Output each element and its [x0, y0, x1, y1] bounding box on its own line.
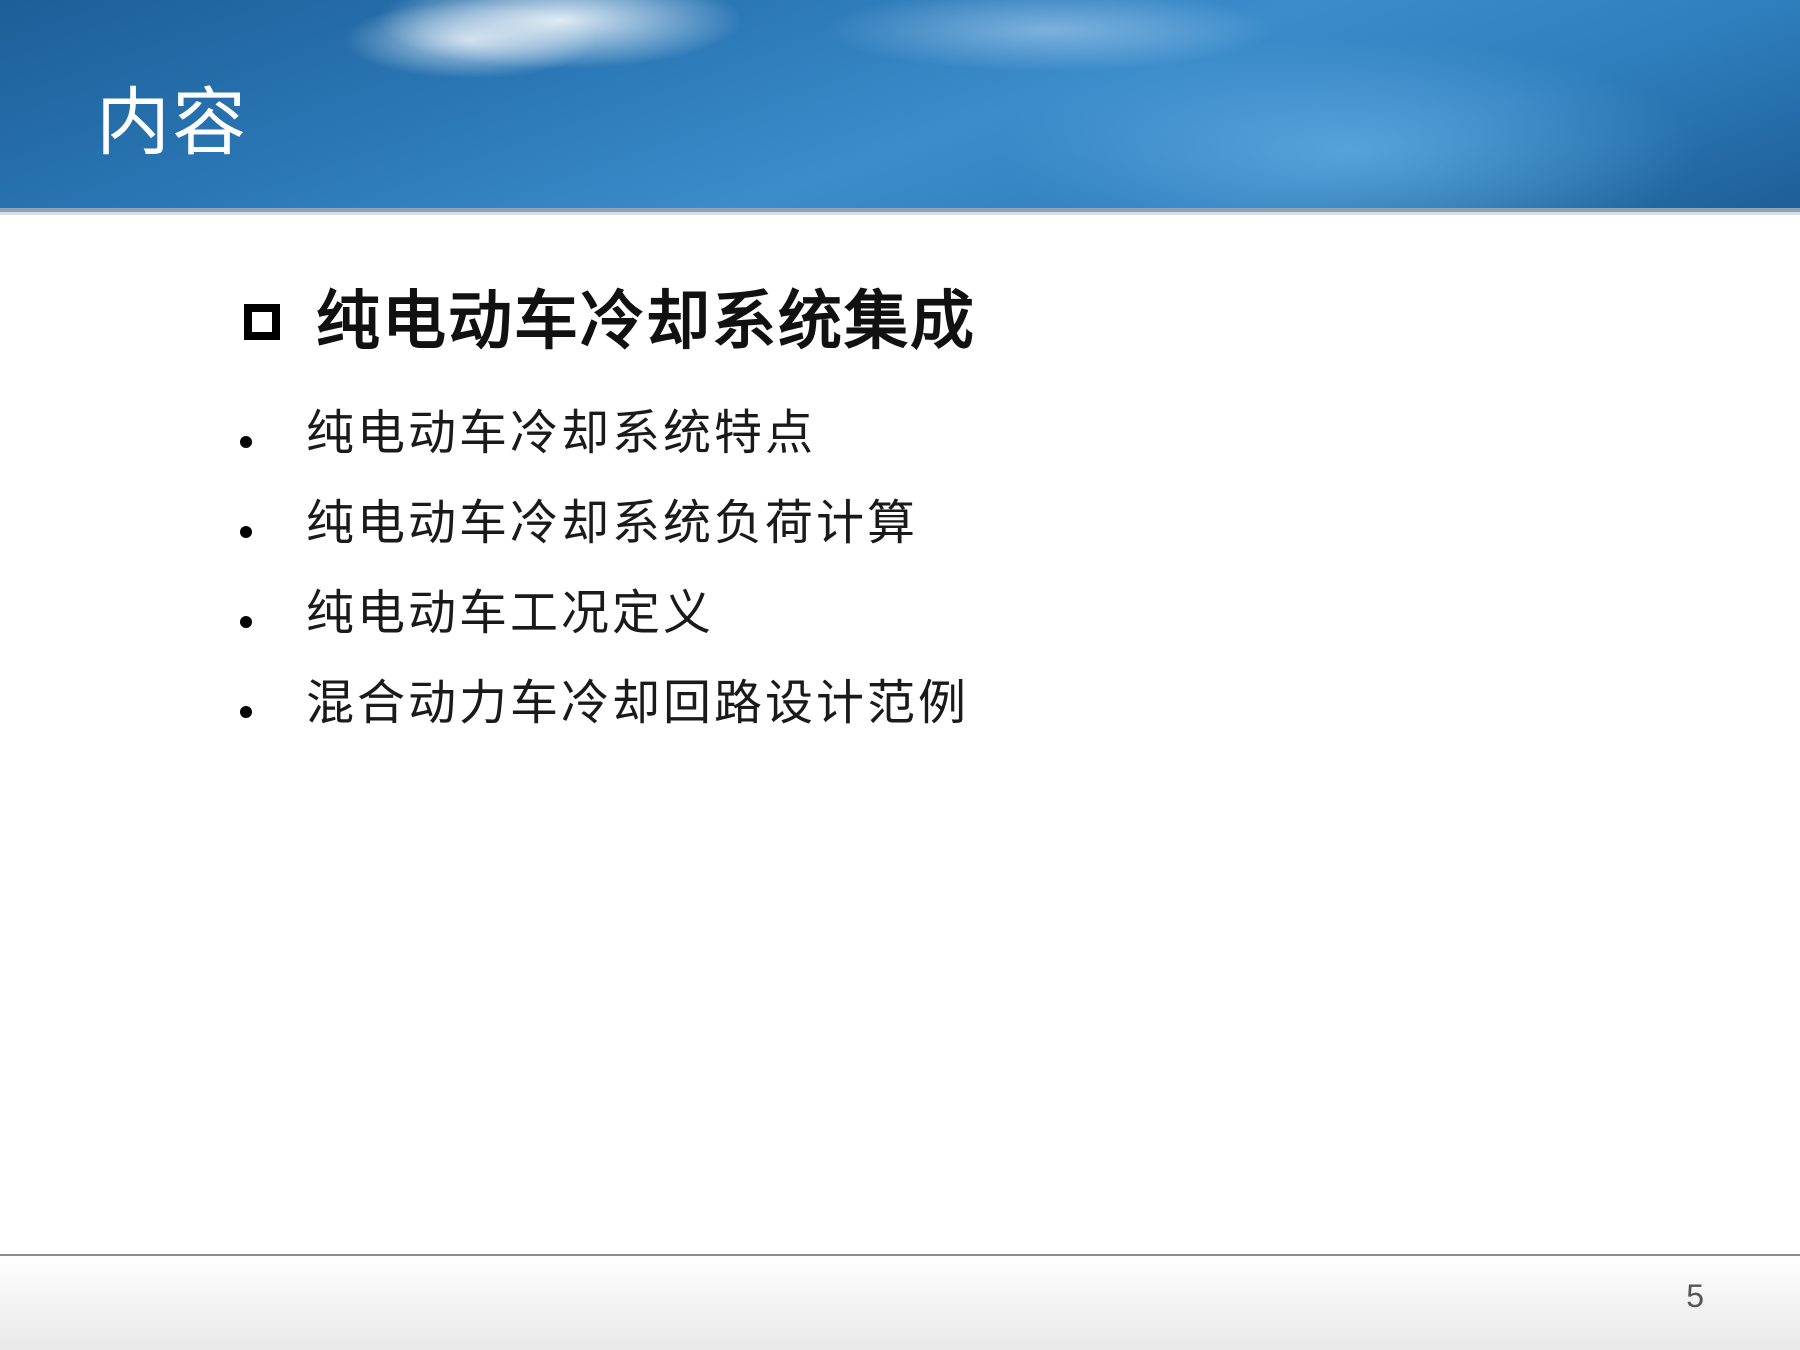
section-title: 纯电动车冷却系统集成 [316, 285, 976, 359]
slide-title: 内容 [96, 80, 248, 166]
slide: 内容 纯电动车冷却系统集成 纯电动车冷却系统特点 纯电动车冷却系统负荷计算 纯电… [0, 0, 1800, 1350]
list-item-label: 混合动力车冷却回路设计范例 [306, 675, 970, 731]
list-item: 纯电动车工况定义 [240, 568, 969, 658]
list-item-label: 纯电动车工况定义 [306, 585, 715, 641]
bullet-icon [240, 616, 252, 628]
list-item: 混合动力车冷却回路设计范例 [240, 658, 969, 748]
list-item: 纯电动车冷却系统特点 [240, 388, 969, 478]
header-divider-light [0, 212, 1800, 215]
list-item-label: 纯电动车冷却系统负荷计算 [306, 495, 919, 551]
checkbox-icon [244, 304, 280, 340]
list-item-label: 纯电动车冷却系统特点 [306, 405, 817, 461]
bullet-icon [240, 706, 252, 718]
list-item: 纯电动车冷却系统负荷计算 [240, 478, 969, 568]
bullet-list: 纯电动车冷却系统特点 纯电动车冷却系统负荷计算 纯电动车工况定义 混合动力车冷却… [240, 388, 969, 748]
bullet-icon [240, 526, 252, 538]
footer-bar [0, 1256, 1800, 1350]
bullet-icon [240, 436, 252, 448]
section-heading: 纯电动车冷却系统集成 [244, 282, 976, 362]
page-number: 5 [1686, 1278, 1704, 1314]
header-banner [0, 0, 1800, 208]
